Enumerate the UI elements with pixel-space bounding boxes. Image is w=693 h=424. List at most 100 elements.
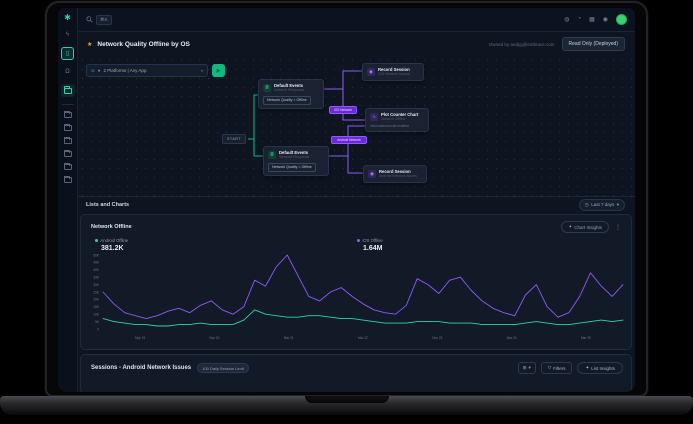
sidebar-item-folder[interactable] — [64, 151, 72, 157]
y-tick-label: 50K — [93, 253, 100, 257]
search-shortcut-badge: ⌘K — [96, 15, 112, 25]
folder-icon — [64, 88, 72, 94]
flow-node-record-session-ios[interactable]: ◉ Record Session iOS Network Issues — [362, 63, 424, 81]
x-tick-label: Mar 19 — [135, 336, 145, 340]
record-icon: ◉ — [368, 170, 376, 178]
flow-node-record-session-android[interactable]: ◉ Record Session Android Network Issues — [363, 165, 427, 183]
chevron-down-icon: ▾ — [201, 68, 203, 73]
legend-dot-ios — [357, 239, 360, 242]
platform-selector[interactable]: ⊙ ● 2 Platforms | Any App ▾ — [86, 64, 208, 77]
user-avatar[interactable] — [616, 14, 627, 25]
laptop-base-notch — [305, 396, 389, 403]
x-tick-label: Mar 21 — [284, 336, 294, 340]
sidebar-item-folder[interactable] — [64, 125, 72, 131]
flow-node-default-events-2[interactable]: ≣ Default Events Network Response Networ… — [263, 146, 329, 176]
global-search[interactable]: ⌘K — [86, 15, 112, 25]
series-android-offline — [103, 310, 623, 326]
help-icon[interactable]: ◉ — [603, 16, 608, 23]
sidebar-item-alerts[interactable]: Ω — [65, 69, 70, 76]
favorite-star-icon[interactable]: ★ — [87, 41, 92, 48]
funnel-icon: ▽ — [548, 365, 551, 371]
node-filter-chip[interactable]: Network Quality = Offline — [263, 96, 311, 105]
app-logo-icon[interactable]: ✱ — [64, 13, 71, 23]
series-ios-offline — [103, 255, 623, 319]
legend-ios[interactable]: iOS Offline 1.64M — [357, 238, 619, 252]
sidebar-item-flows[interactable]: ϟ — [66, 32, 69, 39]
sidebar-item-folder[interactable] — [64, 138, 72, 144]
filter-row: ⊙ ● 2 Platforms | Any App ▾ ▶ — [78, 64, 225, 77]
chart-panel-header: Network Offline ✦ Chart Insights ⋮ — [81, 215, 631, 233]
apple-icon: ● — [98, 68, 101, 73]
flow-canvas[interactable] — [78, 56, 635, 196]
edge-label-ios[interactable]: iOS Network — [329, 106, 357, 114]
notifications-icon[interactable]: ◍ — [564, 16, 569, 23]
sessions-title: Sessions - Android Network Issues — [91, 365, 191, 371]
x-tick-label: Mar 24 — [507, 336, 517, 340]
flow-node-plot-counter-chart[interactable]: ∿ Plot Counter Chart Network Offline Inf… — [365, 108, 429, 132]
flow-node-default-events-1[interactable]: ≣ Default Events Network Response Networ… — [258, 79, 324, 109]
y-tick-label: 5K — [95, 320, 100, 324]
topbar: ⌘K ◍ ◔ ▦ ◉ — [78, 8, 635, 32]
y-tick-label: 0 — [97, 327, 99, 331]
sidebar-item-folder[interactable] — [64, 112, 72, 118]
node-subtitle: Network Offline — [381, 117, 418, 122]
y-tick-label: 45K — [93, 261, 100, 265]
time-range-selector[interactable]: ◷ Last 7 days ▾ — [579, 199, 625, 211]
sidebar-item-devices-active[interactable]: ▯ — [61, 47, 74, 60]
node-filter-chip[interactable]: Network Quality = Offline — [268, 163, 316, 172]
y-tick-label: 15K — [93, 305, 100, 309]
kebab-menu-icon[interactable]: ⋮ — [615, 224, 621, 231]
filters-button[interactable]: ▽ Filters — [541, 362, 573, 374]
folder-icon — [64, 164, 72, 170]
events-icon: ≣ — [263, 84, 271, 92]
chart-insights-label: Chart Insights — [574, 225, 602, 230]
legend-label: iOS Offline — [363, 238, 383, 243]
run-flow-button[interactable]: ▶ — [212, 64, 225, 77]
legend-value: 381.2K — [101, 245, 357, 252]
chevron-down-icon: ▾ — [528, 365, 530, 371]
apps-icon[interactable]: ▦ — [589, 16, 595, 23]
legend-value: 1.64M — [363, 245, 619, 252]
network-offline-chart: 05K10K15K20K25K30K35K40K45K50KMar 19Mar … — [87, 253, 627, 349]
sidebar-folder-list — [64, 105, 72, 183]
topbar-actions: ◍ ◔ ▦ ◉ — [564, 14, 627, 25]
chart-icon: ∿ — [370, 113, 378, 121]
session-limit-badge: 100 Daily Session Limit — [197, 363, 249, 373]
sidebar-item-folder[interactable] — [64, 164, 72, 170]
owned-by-label: Owned by andyg@embrace.com — [489, 42, 555, 47]
filters-label: Filters — [553, 366, 565, 371]
chevron-down-icon: ▾ — [617, 202, 619, 208]
list-insights-button[interactable]: ✦ List Insights — [577, 362, 623, 374]
node-note: Informational node enabled — [370, 124, 424, 128]
sidebar-item-folder-active[interactable] — [61, 84, 75, 97]
y-tick-label: 10K — [93, 313, 100, 317]
edge-label-android[interactable]: Android Network — [331, 136, 367, 144]
sidebar-item-folder[interactable] — [64, 177, 72, 183]
view-options-dropdown[interactable]: ⊞ ▾ — [518, 362, 536, 374]
node-subtitle: Android Network Issues — [379, 174, 417, 179]
list-insights-label: List Insights — [591, 366, 615, 371]
android-icon: ⊙ — [91, 68, 95, 74]
device-icon: ▯ — [66, 50, 69, 57]
platform-selector-value: 2 Platforms | Any App — [104, 68, 147, 73]
history-icon[interactable]: ◔ — [577, 16, 581, 23]
y-tick-label: 40K — [93, 268, 100, 272]
node-subtitle: iOS Network Issues — [378, 72, 410, 77]
read-only-button[interactable]: Read Only (Deployed) — [562, 37, 625, 51]
chart-insights-button[interactable]: ✦ Chart Insights — [561, 221, 609, 233]
lists-section-header: Lists and Charts ◷ Last 7 days ▾ — [78, 196, 635, 212]
sessions-panel: Sessions - Android Network Issues 100 Da… — [80, 354, 632, 392]
sparkle-icon: ✦ — [568, 224, 572, 230]
dashboard-screen: ✱ ϟ ▯ Ω ⌘K ◍◔▦◉ ★ Networ — [58, 8, 635, 392]
chart-title: Network Offline — [91, 224, 132, 230]
y-tick-label: 20K — [93, 298, 100, 302]
legend-android[interactable]: Android Offline 381.2K — [95, 238, 357, 252]
y-tick-label: 35K — [93, 276, 100, 280]
time-range-value: Last 7 days — [591, 202, 614, 207]
node-subtitle: Network Response — [274, 88, 304, 93]
sidebar: ✱ ϟ ▯ Ω — [58, 8, 78, 392]
flow-start-node[interactable]: START — [222, 134, 246, 144]
grid-icon: ⊞ — [523, 365, 527, 371]
folder-icon — [64, 112, 72, 118]
x-tick-label: Mar 22 — [358, 336, 368, 340]
